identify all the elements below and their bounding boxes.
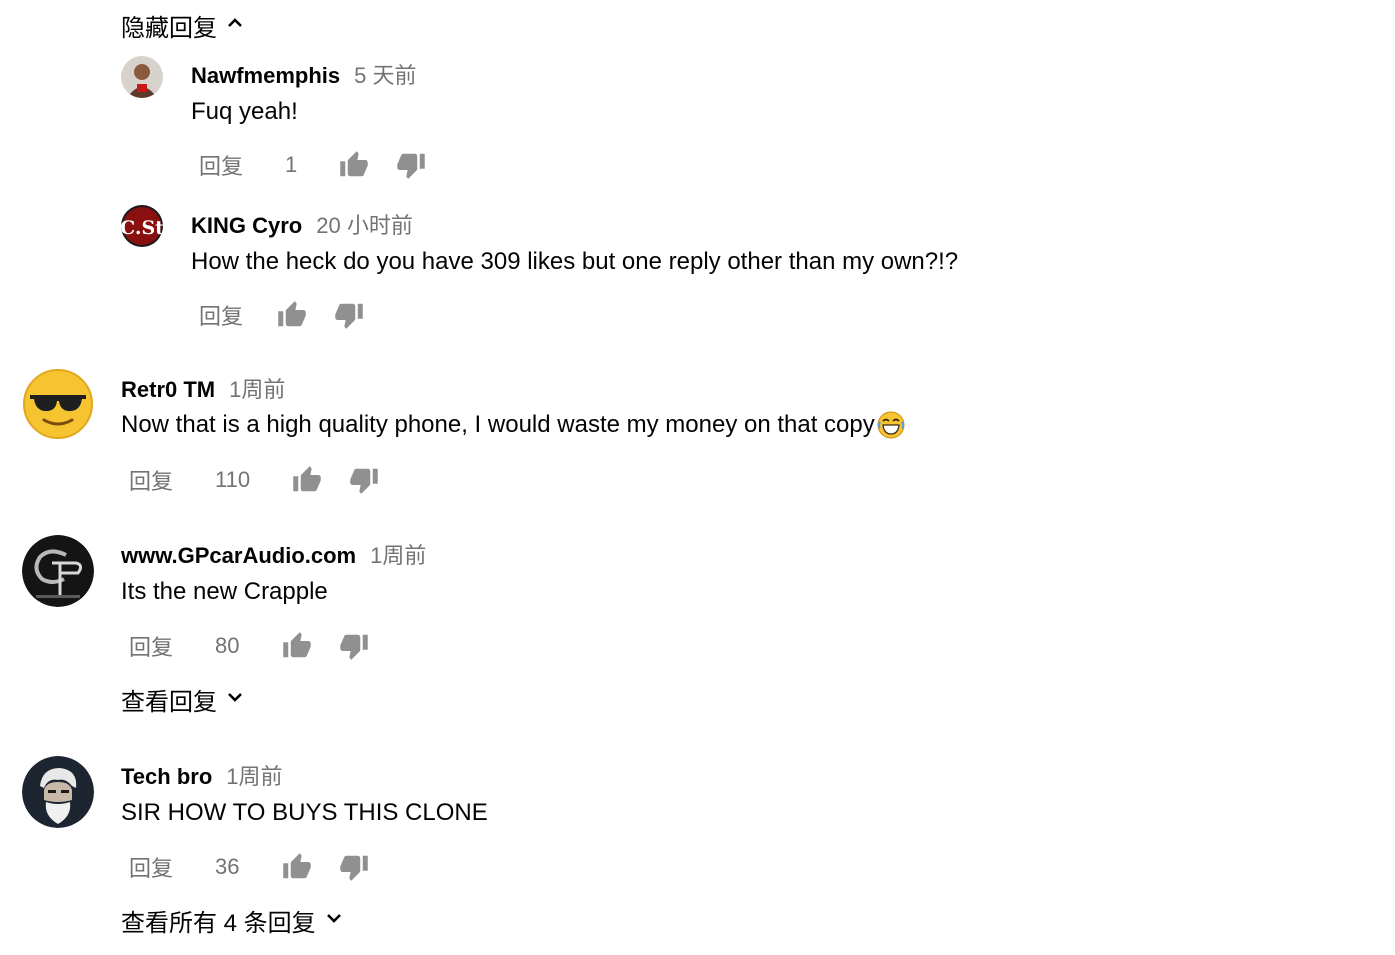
author-name[interactable]: KING Cyro <box>191 213 302 239</box>
avatar-lettering: C.St <box>121 217 163 239</box>
view-all-replies-label: 查看所有 4 条回复 <box>121 910 316 937</box>
thumbs-down-icon[interactable] <box>349 465 379 495</box>
like-count: 1 <box>285 152 298 177</box>
like-count: 36 <box>215 854 240 879</box>
like-count: 80 <box>215 633 240 658</box>
comment-header: Nawfmemphis 5 天前 <box>191 58 417 90</box>
comment-text: How the heck do you have 309 likes but o… <box>191 248 959 275</box>
comment-text: Its the new Crapple <box>121 578 328 605</box>
comment-header: Retr0 TM 1周前 <box>121 372 285 404</box>
comment-time[interactable]: 1周前 <box>226 759 282 791</box>
chevron-down-icon <box>225 686 245 714</box>
view-replies-button[interactable]: 查看回复 <box>121 682 245 717</box>
reply-button[interactable]: 回复 <box>129 630 173 662</box>
chevron-down-icon <box>324 907 344 935</box>
comment-header: www.GPcarAudio.com 1周前 <box>121 538 426 570</box>
thumbs-up-icon[interactable] <box>282 852 312 882</box>
rofl-emoji-icon <box>877 411 905 439</box>
comment-time[interactable]: 5 天前 <box>354 58 416 90</box>
avatar[interactable] <box>22 535 94 607</box>
comment-actions: 回复 <box>199 299 364 331</box>
author-name[interactable]: Nawfmemphis <box>191 63 340 89</box>
author-name[interactable]: Retr0 TM <box>121 377 215 403</box>
hide-replies-button[interactable]: 隐藏回复 <box>121 8 245 43</box>
thumbs-up-icon[interactable] <box>339 150 369 180</box>
comment-header: Tech bro 1周前 <box>121 759 283 791</box>
comment-header: KING Cyro 20 小时前 <box>191 208 413 240</box>
reply-button[interactable]: 回复 <box>129 464 173 496</box>
like-count: 110 <box>215 467 251 492</box>
reply-button[interactable]: 回复 <box>199 299 243 331</box>
thumbs-up-icon[interactable] <box>292 465 322 495</box>
view-all-replies-button[interactable]: 查看所有 4 条回复 <box>121 903 344 938</box>
thumbs-up-icon[interactable] <box>282 631 312 661</box>
comment-time[interactable]: 1周前 <box>229 372 285 404</box>
avatar[interactable]: C.St <box>121 205 163 247</box>
author-name[interactable]: Tech bro <box>121 764 212 790</box>
comment-actions: 回复 80 <box>129 630 369 662</box>
thumbs-down-icon[interactable] <box>334 300 364 330</box>
avatar[interactable] <box>121 56 163 98</box>
comment-actions: 回复 110 <box>129 464 379 496</box>
comment-text: Fuq yeah! <box>191 98 298 125</box>
author-name[interactable]: www.GPcarAudio.com <box>121 543 356 569</box>
avatar[interactable] <box>22 368 94 440</box>
comment-actions: 回复 1 <box>199 149 426 181</box>
thumbs-down-icon[interactable] <box>396 150 426 180</box>
hide-replies-label: 隐藏回复 <box>121 15 217 42</box>
comment-text-row: Now that is a high quality phone, I woul… <box>121 411 905 439</box>
comment-actions: 回复 36 <box>129 851 369 883</box>
comment-time[interactable]: 20 小时前 <box>316 208 413 240</box>
reply-button[interactable]: 回复 <box>199 149 243 181</box>
comment-text: SIR HOW TO BUYS THIS CLONE <box>121 799 488 826</box>
thumbs-down-icon[interactable] <box>339 631 369 661</box>
thumbs-down-icon[interactable] <box>339 852 369 882</box>
view-replies-label: 查看回复 <box>121 689 217 716</box>
thumbs-up-icon[interactable] <box>277 300 307 330</box>
avatar[interactable] <box>22 756 94 828</box>
comment-text: Now that is a high quality phone, I woul… <box>121 411 875 438</box>
chevron-up-icon <box>225 12 245 40</box>
reply-button[interactable]: 回复 <box>129 851 173 883</box>
comment-time[interactable]: 1周前 <box>370 538 426 570</box>
